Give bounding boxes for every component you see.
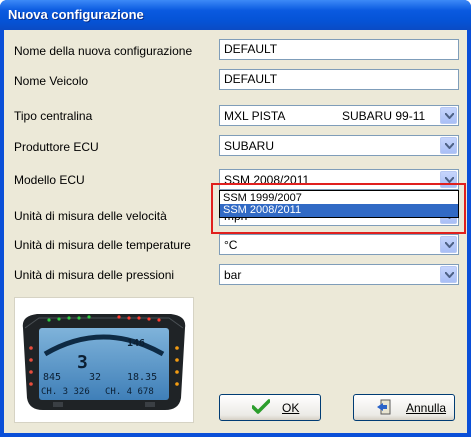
dash-mid-right: 18.35: [127, 372, 157, 383]
chevron-down-icon[interactable]: [440, 266, 457, 283]
label-modello-ecu: Modello ECU: [14, 173, 85, 187]
label-nome-configurazione: Nome della nuova configurazione: [14, 44, 193, 58]
chevron-down-icon[interactable]: [440, 107, 457, 124]
ok-button[interactable]: OK: [219, 394, 321, 421]
tipo-centralina-value: MXL PISTA: [224, 109, 286, 123]
dash-bottom-right: CH. 4 678: [105, 387, 154, 397]
dash-gear: 3: [77, 352, 88, 373]
label-nome-veicolo: Nome Veicolo: [14, 74, 89, 88]
nome-configurazione-input[interactable]: DEFAULT: [219, 39, 459, 60]
dash-mid-center: 32: [89, 372, 101, 383]
ok-button-label: OK: [282, 401, 300, 415]
nome-veicolo-input[interactable]: DEFAULT: [219, 69, 459, 90]
chevron-down-icon[interactable]: [440, 137, 457, 154]
label-produttore-ecu: Produttore ECU: [14, 140, 99, 154]
dash-top-right: 146: [127, 338, 145, 349]
unita-temperature-value: °C: [224, 238, 238, 252]
tipo-centralina-select[interactable]: MXL PISTA SUBARU 99-11: [219, 105, 459, 126]
annotation-highlight-box: [211, 183, 466, 234]
unita-temperature-select[interactable]: °C: [219, 234, 459, 255]
tipo-centralina-model: SUBARU 99-11: [342, 109, 426, 123]
dialog-window: Nuova configurazione Nome della nuova co…: [0, 0, 471, 437]
label-unita-temperature: Unità di misura delle temperature: [14, 238, 191, 252]
dashboard-image: 3 146 845 32 18.35 CH. 3 326 CH. 4 678: [14, 297, 194, 423]
exit-door-icon: [376, 399, 392, 418]
label-tipo-centralina: Tipo centralina: [14, 109, 93, 123]
label-unita-velocita: Unità di misura delle velocità: [14, 209, 167, 223]
produttore-ecu-select[interactable]: SUBARU: [219, 135, 459, 156]
dash-mid-left: 845: [43, 372, 61, 383]
chevron-down-icon[interactable]: [440, 236, 457, 253]
window-title: Nuova configurazione: [8, 7, 144, 22]
title-bar[interactable]: Nuova configurazione: [0, 0, 471, 30]
produttore-ecu-value: SUBARU: [224, 139, 275, 153]
checkmark-icon: [251, 399, 271, 418]
dash-bottom-left: CH. 3 326: [41, 387, 90, 397]
cancel-button-label: Annulla: [406, 401, 447, 415]
unita-pressioni-value: bar: [224, 268, 242, 282]
label-unita-pressioni: Unità di misura delle pressioni: [14, 268, 175, 282]
unita-pressioni-select[interactable]: bar: [219, 264, 459, 285]
cancel-button[interactable]: Annulla: [353, 394, 455, 421]
dialog-client-area: Nome della nuova configurazione DEFAULT …: [4, 30, 467, 433]
